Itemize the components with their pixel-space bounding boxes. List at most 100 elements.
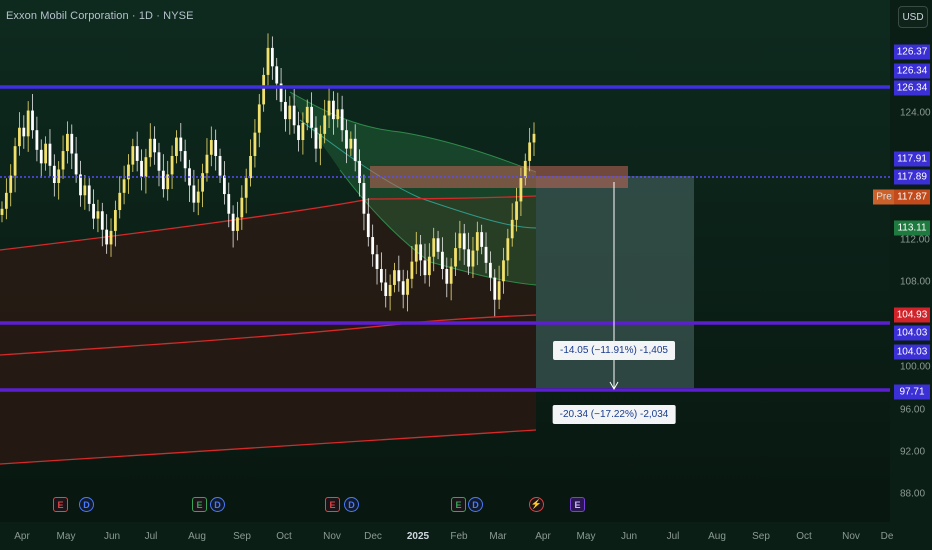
dividend-event-icon[interactable]: D <box>210 497 225 512</box>
price-tick: 96.00 <box>900 404 926 416</box>
time-tick: Oct <box>276 531 292 542</box>
candle-body <box>362 183 366 214</box>
candle-body <box>22 127 26 137</box>
candle-body <box>52 165 56 184</box>
candle-body <box>48 143 52 166</box>
candle-body <box>480 232 484 247</box>
candle-body <box>83 185 87 196</box>
candle-body <box>244 178 248 198</box>
candle-body <box>388 284 392 297</box>
candle-body <box>410 261 414 279</box>
time-tick: Nov <box>842 531 860 542</box>
candle-body <box>201 173 204 192</box>
candle-body <box>209 140 213 155</box>
candle-body <box>227 194 231 214</box>
earnings-event-icon[interactable]: E <box>451 497 466 512</box>
candle-body <box>467 249 470 267</box>
time-tick-year: 2025 <box>406 531 430 542</box>
candle-body <box>327 100 331 116</box>
price-chart[interactable] <box>0 0 932 550</box>
time-tick: Apr <box>535 531 551 542</box>
split-event-icon[interactable]: ⚡ <box>529 497 544 512</box>
upcoming-earnings-event-icon[interactable]: E <box>570 497 585 512</box>
candle-body <box>332 100 335 120</box>
candle-body <box>66 133 69 152</box>
candle-body <box>144 157 148 177</box>
time-tick: Jun <box>103 531 121 542</box>
candle-body <box>297 125 300 141</box>
candle-body <box>148 138 152 158</box>
price-tag: 104.03 <box>894 344 930 360</box>
candle-body <box>384 282 388 297</box>
candle-body <box>366 213 370 238</box>
time-tick: Sep <box>752 531 770 542</box>
premarket-badge: Pre <box>873 189 895 205</box>
time-tick: De <box>880 531 894 542</box>
candle-body <box>493 277 497 300</box>
price-tick: 108.00 <box>900 276 931 288</box>
time-tick: May <box>56 531 76 542</box>
candle-body <box>44 143 48 164</box>
candle-body <box>175 137 178 156</box>
candle-body <box>432 238 436 257</box>
candle-body <box>253 132 257 156</box>
time-tick: Jul <box>144 531 158 542</box>
candle-body <box>502 260 505 282</box>
price-tag: 117.91 <box>894 151 930 167</box>
dividend-event-icon[interactable]: D <box>79 497 94 512</box>
candle-body <box>113 210 117 231</box>
candle-body <box>96 211 100 219</box>
candle-body <box>506 238 510 261</box>
price-tag: 97.71 <box>894 384 930 400</box>
candle-body <box>135 146 139 161</box>
candle-body <box>31 110 34 131</box>
candle-body <box>26 110 30 137</box>
candle-body <box>61 151 65 170</box>
price-tick: 124.00 <box>900 107 931 119</box>
price-tag: 126.37 <box>894 44 930 60</box>
price-tag: 117.87 <box>894 189 930 205</box>
candle-body <box>475 232 479 251</box>
candle-body <box>441 251 444 269</box>
candle-body <box>18 127 21 147</box>
candle-body <box>510 219 514 239</box>
price-tick: 88.00 <box>900 488 926 500</box>
candle-body <box>310 106 314 128</box>
measure-label-1: -14.05 (−11.91%) -1,405 <box>553 341 675 360</box>
dividend-event-icon[interactable]: D <box>468 497 483 512</box>
candle-body <box>118 192 122 211</box>
time-tick: Aug <box>188 531 206 542</box>
candle-body <box>196 191 200 203</box>
candle-body <box>379 268 383 283</box>
candle-body <box>345 130 348 149</box>
candle-body <box>532 133 536 143</box>
candle-body <box>523 160 527 179</box>
currency-button[interactable]: USD <box>898 6 928 28</box>
earnings-event-icon[interactable]: E <box>53 497 68 512</box>
candle-body <box>270 47 274 67</box>
time-tick: Dec <box>364 531 382 542</box>
candle-body <box>179 137 183 152</box>
earnings-event-icon[interactable]: E <box>192 497 207 512</box>
candle-body <box>249 155 252 179</box>
earnings-event-icon[interactable]: E <box>325 497 340 512</box>
dividend-event-icon[interactable]: D <box>344 497 359 512</box>
time-tick: Feb <box>450 531 468 542</box>
candle-body <box>140 160 143 177</box>
candle-body <box>406 278 409 295</box>
candle-body <box>371 237 375 255</box>
candle-body <box>519 178 523 202</box>
candle-body <box>292 105 296 126</box>
candle-body <box>218 155 222 176</box>
candle-body <box>92 203 95 219</box>
candle-body <box>323 115 327 134</box>
price-tag: 104.03 <box>894 325 930 341</box>
chart-area[interactable]: Exxon Mobil Corporation · 1D · NYSE USD … <box>0 0 932 550</box>
time-tick: Mar <box>489 531 507 542</box>
candle-body <box>449 266 453 284</box>
candle-body <box>109 230 113 245</box>
candle-body <box>349 138 353 149</box>
time-tick: Apr <box>14 531 30 542</box>
candle-body <box>13 146 17 176</box>
candle-body <box>9 175 13 193</box>
